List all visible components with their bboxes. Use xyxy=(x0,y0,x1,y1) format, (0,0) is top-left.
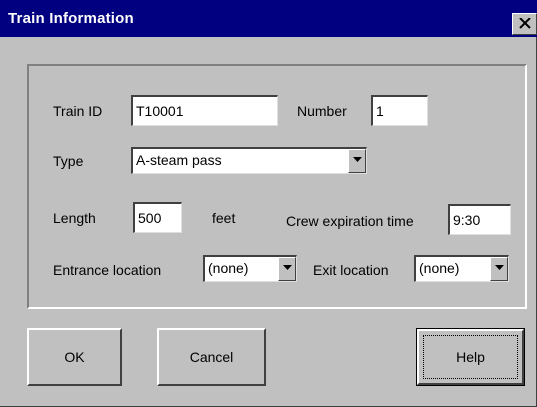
type-select-value: A-steam pass xyxy=(136,152,222,168)
close-icon xyxy=(519,18,531,29)
train-information-dialog: Train Information Train ID Number Type A… xyxy=(0,0,537,407)
exit-dropdown-button[interactable] xyxy=(490,257,508,281)
length-field[interactable] xyxy=(133,202,182,233)
ok-button-label: OK xyxy=(64,349,85,365)
cancel-button[interactable]: Cancel xyxy=(157,328,266,386)
crew-expiration-field[interactable] xyxy=(448,204,511,235)
crew-expiration-label: Crew expiration time xyxy=(286,213,414,229)
cancel-button-label: Cancel xyxy=(189,349,234,365)
exit-location-select[interactable]: (none) xyxy=(414,255,509,282)
exit-location-label: Exit location xyxy=(313,262,389,278)
type-label: Type xyxy=(53,153,84,169)
window-title: Train Information xyxy=(8,10,134,27)
number-field[interactable] xyxy=(371,95,428,126)
chevron-down-icon xyxy=(495,265,504,270)
entrance-location-value: (none) xyxy=(208,260,249,276)
type-select[interactable]: A-steam pass xyxy=(131,147,367,174)
exit-location-value: (none) xyxy=(419,260,460,276)
length-label: Length xyxy=(53,210,96,226)
train-id-label: Train ID xyxy=(53,103,103,119)
length-unit-label: feet xyxy=(212,210,236,226)
entrance-location-label: Entrance location xyxy=(53,262,162,278)
train-id-field[interactable] xyxy=(131,95,278,126)
ok-button[interactable]: OK xyxy=(27,328,122,386)
title-bar: Train Information xyxy=(0,0,537,37)
help-button[interactable]: Help xyxy=(416,328,525,386)
entrance-dropdown-button[interactable] xyxy=(278,257,296,281)
type-dropdown-button[interactable] xyxy=(348,149,366,173)
close-button[interactable] xyxy=(512,13,537,35)
chevron-down-icon xyxy=(353,157,362,162)
entrance-location-select[interactable]: (none) xyxy=(203,255,297,282)
chevron-down-icon xyxy=(283,265,292,270)
number-label: Number xyxy=(297,103,347,119)
help-button-label: Help xyxy=(456,349,485,365)
